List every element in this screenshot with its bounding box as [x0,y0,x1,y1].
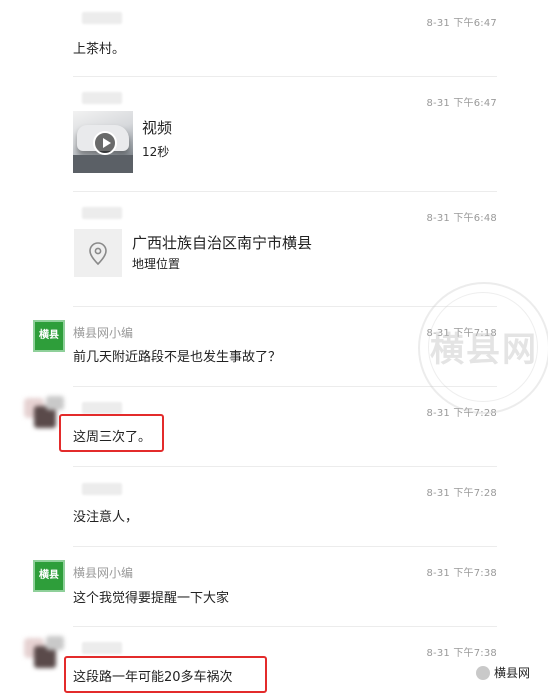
message-text: 上茶村。 [73,42,126,57]
location-title: 广西壮族自治区南宁市横县 [132,234,313,252]
video-duration: 12秒 [142,145,170,159]
message-time: 8-31 下午6:48 [426,213,497,224]
message-time: 8-31 下午6:47 [426,18,497,29]
road-image [73,155,133,173]
divider [73,626,497,627]
sender-name-blurred [82,207,122,219]
watermark-text: 横县网 [430,330,538,370]
wechat-icon [475,665,490,680]
message-text: 这周三次了。 [73,430,152,445]
sender-name: 横县网小编 [73,326,134,340]
sender-name: 横县网小编 [73,566,134,580]
play-icon[interactable] [93,131,117,155]
message-time: 8-31 下午7:38 [426,648,497,659]
avatar[interactable]: 横县网 [33,320,65,369]
divider [73,76,497,77]
sender-name-blurred [82,483,122,495]
avatar[interactable] [24,636,66,678]
sender-name-blurred [82,642,122,654]
location-subtitle: 地理位置 [132,257,181,271]
message-time: 8-31 下午7:28 [426,488,497,499]
sender-name-blurred [82,92,122,104]
video-thumbnail[interactable] [73,111,133,173]
message-time: 8-31 下午6:47 [426,98,497,109]
video-title: 视频 [142,119,173,137]
location-card[interactable] [74,229,122,277]
message-text: 没注意人， [73,510,139,525]
sender-name-blurred [82,12,122,24]
message-text: 这个我觉得要提醒一下大家 [73,591,230,606]
divider [73,546,497,547]
divider [73,191,497,192]
watermark-seal: 横县网 [418,282,548,414]
avatar[interactable]: 横县网 [33,560,65,609]
logo-text: 横县网 [493,666,530,680]
message-text: 前几天附近路段不是也发生事故了？ [73,350,282,365]
divider [73,466,497,467]
message-text: 这段路一年可能20多车祸次 [73,670,233,685]
message-time: 8-31 下午7:38 [426,568,497,579]
logo: 横县网 [475,664,530,681]
location-pin-icon [89,242,107,266]
sender-name-blurred [82,402,122,414]
